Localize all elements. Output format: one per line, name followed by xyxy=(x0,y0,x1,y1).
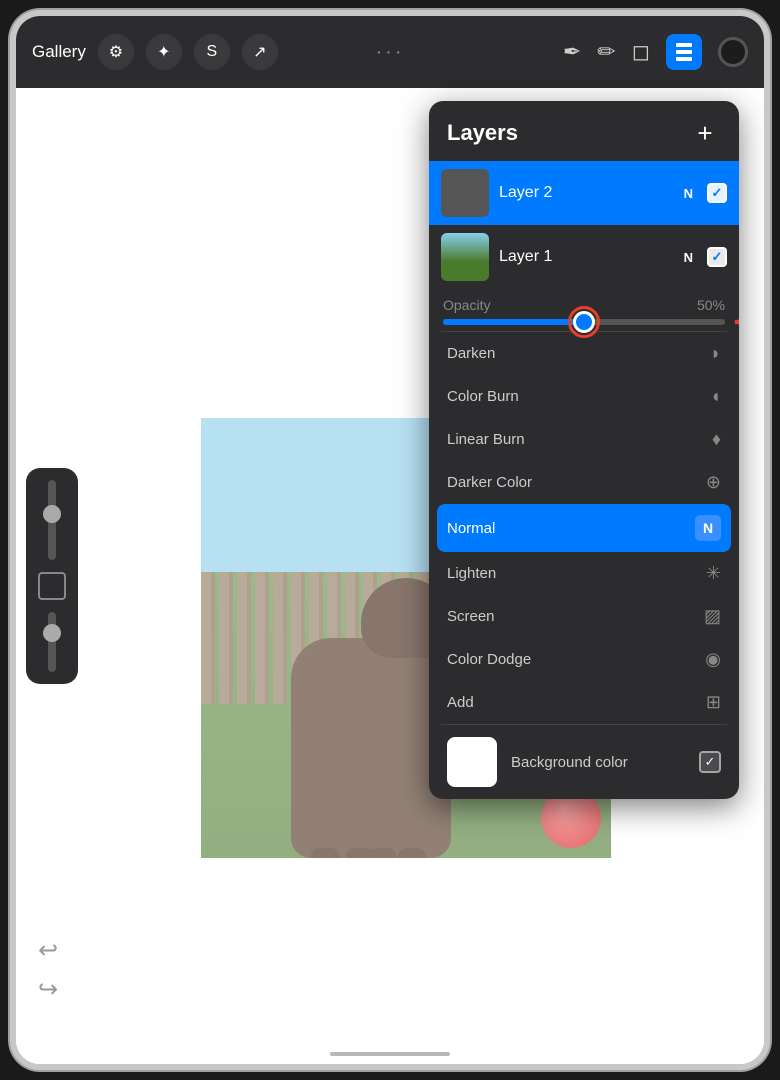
layers-panel: Layers + Layer 2 N ✓ Layer 1 N ✓ xyxy=(429,101,739,799)
layer-1-thumb-bg xyxy=(441,233,489,281)
arrow-annotation xyxy=(735,320,739,324)
left-sidebar xyxy=(26,468,78,684)
layer-2-badge: N xyxy=(684,186,693,201)
background-color-row[interactable]: Background color ✓ xyxy=(429,725,739,799)
dog-leg-3 xyxy=(398,848,426,858)
background-checkmark: ✓ xyxy=(705,754,716,770)
gallery-button[interactable]: Gallery xyxy=(32,42,86,62)
home-indicator xyxy=(330,1052,450,1056)
red-circle-indicator xyxy=(568,306,600,338)
opacity-sidebar-slider[interactable] xyxy=(48,612,56,672)
blend-linear-burn-label: Linear Burn xyxy=(447,431,525,448)
dog-body xyxy=(291,638,451,858)
blend-darken-icon: ◗ xyxy=(710,343,721,364)
layer-2-name: Layer 2 xyxy=(499,184,674,202)
opacity-slider-fill xyxy=(443,319,584,325)
blend-lighten-icon: ✳ xyxy=(706,563,721,584)
blend-screen-label: Screen xyxy=(447,608,495,625)
blend-color-burn[interactable]: Color Burn ◖ xyxy=(429,375,739,418)
blend-color-burn-icon: ◖ xyxy=(710,386,721,407)
opacity-row: Opacity 50% xyxy=(429,289,739,331)
blend-normal[interactable]: Normal N xyxy=(437,504,731,552)
panel-header: Layers + xyxy=(429,101,739,161)
magic-icon[interactable]: ✦ xyxy=(146,34,182,70)
blend-color-burn-label: Color Burn xyxy=(447,388,519,405)
eraser-tool-icon[interactable]: ◻ xyxy=(632,39,650,65)
layer-2-thumbnail xyxy=(441,169,489,217)
background-color-swatch[interactable] xyxy=(447,737,497,787)
layer-1-thumbnail xyxy=(441,233,489,281)
background-color-label: Background color xyxy=(511,754,685,771)
blend-linear-burn-icon: ♦ xyxy=(712,429,721,450)
color-picker[interactable] xyxy=(718,37,748,67)
dog-leg-4 xyxy=(368,848,396,858)
opacity-label: Opacity xyxy=(443,297,490,313)
blend-lighten-label: Lighten xyxy=(447,565,496,582)
transform-icon[interactable]: ↗ xyxy=(242,34,278,70)
blend-lighten[interactable]: Lighten ✳ xyxy=(429,552,739,595)
undo-redo-area: ↩ ↪ xyxy=(38,936,58,1004)
brush-size-thumb[interactable] xyxy=(43,505,61,523)
blend-screen[interactable]: Screen ▨ xyxy=(429,595,739,638)
layer-1-check: ✓ xyxy=(712,249,723,265)
layer-2-thumb-bg xyxy=(441,169,489,217)
selection-icon[interactable]: S xyxy=(194,34,230,70)
wrench-icon[interactable]: ⚙ xyxy=(98,34,134,70)
blend-darker-color[interactable]: Darker Color ⊕ xyxy=(429,461,739,504)
ipad-frame: Gallery ⚙ ✦ S ↗ ··· ✒ ✏ ◻ xyxy=(10,10,770,1070)
opacity-sidebar-thumb[interactable] xyxy=(43,624,61,642)
redo-button[interactable]: ↪ xyxy=(38,975,58,1004)
layers-button[interactable] xyxy=(666,34,702,70)
panel-title: Layers xyxy=(447,120,518,146)
dog-leg-1 xyxy=(311,848,339,858)
opacity-value: 50% xyxy=(697,297,725,313)
blend-color-dodge-label: Color Dodge xyxy=(447,651,531,668)
blend-darker-color-label: Darker Color xyxy=(447,474,532,491)
layer-1-visibility[interactable]: ✓ xyxy=(707,247,727,267)
blend-darken[interactable]: Darken ◗ xyxy=(429,332,739,375)
brush-size-slider[interactable] xyxy=(48,480,56,560)
layer-2-visibility[interactable]: ✓ xyxy=(707,183,727,203)
blend-add[interactable]: Add ⊞ xyxy=(429,681,739,724)
undo-button[interactable]: ↩ xyxy=(38,936,58,965)
blend-linear-burn[interactable]: Linear Burn ♦ xyxy=(429,418,739,461)
top-bar-right: ✒ ✏ ◻ xyxy=(563,34,748,70)
add-layer-button[interactable]: + xyxy=(689,117,721,149)
blend-darker-color-icon: ⊕ xyxy=(706,472,721,493)
blend-add-icon: ⊞ xyxy=(706,692,721,713)
blend-normal-label: Normal xyxy=(447,520,495,537)
ink-tool-icon[interactable]: ✏ xyxy=(597,39,615,65)
layer-1-badge: N xyxy=(684,250,693,265)
layer-2-check: ✓ xyxy=(712,185,723,201)
background-color-checkbox[interactable]: ✓ xyxy=(699,751,721,773)
blend-modes-list: Darken ◗ Color Burn ◖ Linear Burn ♦ Dark… xyxy=(429,332,739,724)
arrow-head xyxy=(734,314,739,330)
top-bar-left: Gallery ⚙ ✦ S ↗ xyxy=(32,34,278,70)
layer-item-2[interactable]: Layer 2 N ✓ xyxy=(429,161,739,225)
pen-tool-icon[interactable]: ✒ xyxy=(563,39,581,65)
top-bar: Gallery ⚙ ✦ S ↗ ··· ✒ ✏ ◻ xyxy=(16,16,764,88)
blend-add-label: Add xyxy=(447,694,474,711)
layer-item-1[interactable]: Layer 1 N ✓ xyxy=(429,225,739,289)
blend-screen-icon: ▨ xyxy=(704,606,721,627)
arrow-line xyxy=(735,320,739,324)
blend-darken-label: Darken xyxy=(447,345,495,362)
sidebar-square-icon[interactable] xyxy=(38,572,66,600)
blend-normal-badge: N xyxy=(695,515,721,541)
layer-1-name: Layer 1 xyxy=(499,248,674,266)
top-bar-center: ··· xyxy=(376,41,405,64)
blend-color-dodge-icon: ◉ xyxy=(705,649,721,670)
blend-color-dodge[interactable]: Color Dodge ◉ xyxy=(429,638,739,681)
more-options[interactable]: ··· xyxy=(376,41,405,64)
